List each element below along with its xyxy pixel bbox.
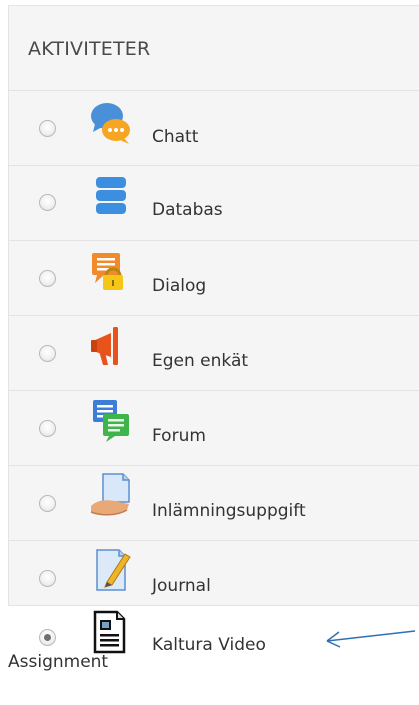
activity-option-inlamningsuppgift[interactable]: Inlämningsuppgift: [8, 465, 419, 540]
radio-button-selected[interactable]: [39, 629, 56, 646]
activity-option-journal[interactable]: Journal: [8, 540, 419, 615]
activity-label: Databas: [152, 200, 223, 220]
radio-button[interactable]: [39, 570, 56, 587]
activity-option-forum[interactable]: Forum: [8, 390, 419, 465]
assignment-icon: [90, 473, 130, 516]
kaltura-video-icon: [93, 610, 126, 654]
forum-icon: [93, 400, 129, 442]
chat-icon: [91, 103, 130, 144]
megaphone-icon: [91, 327, 118, 365]
radio-button[interactable]: [39, 270, 56, 287]
dialog-icon: [92, 253, 123, 290]
radio-button[interactable]: [39, 345, 56, 362]
activity-label: Forum: [152, 426, 206, 446]
radio-button[interactable]: [39, 120, 56, 137]
activity-option-egen-enkat[interactable]: Egen enkät: [8, 315, 419, 390]
activity-label-line2: Assignment: [8, 652, 109, 672]
activity-label: Journal: [152, 576, 211, 596]
activity-label: Dialog: [152, 276, 207, 296]
radio-button[interactable]: [39, 495, 56, 512]
activity-label: Egen enkät: [152, 351, 249, 371]
activity-option-chatt[interactable]: Chatt: [8, 90, 419, 165]
database-icon: [96, 177, 126, 214]
activity-option-databas[interactable]: Databas: [8, 165, 419, 240]
activity-label-line1: Kaltura Video: [152, 635, 266, 655]
pointer-arrow-icon: [326, 630, 416, 648]
journal-icon: [96, 549, 131, 591]
activity-label: Chatt: [152, 127, 199, 147]
radio-button[interactable]: [39, 420, 56, 437]
activity-label: Inlämningsuppgift: [152, 501, 306, 521]
panel-title: AKTIVITETER: [28, 38, 151, 60]
activity-option-dialog[interactable]: Dialog: [8, 240, 419, 315]
radio-button[interactable]: [39, 194, 56, 211]
